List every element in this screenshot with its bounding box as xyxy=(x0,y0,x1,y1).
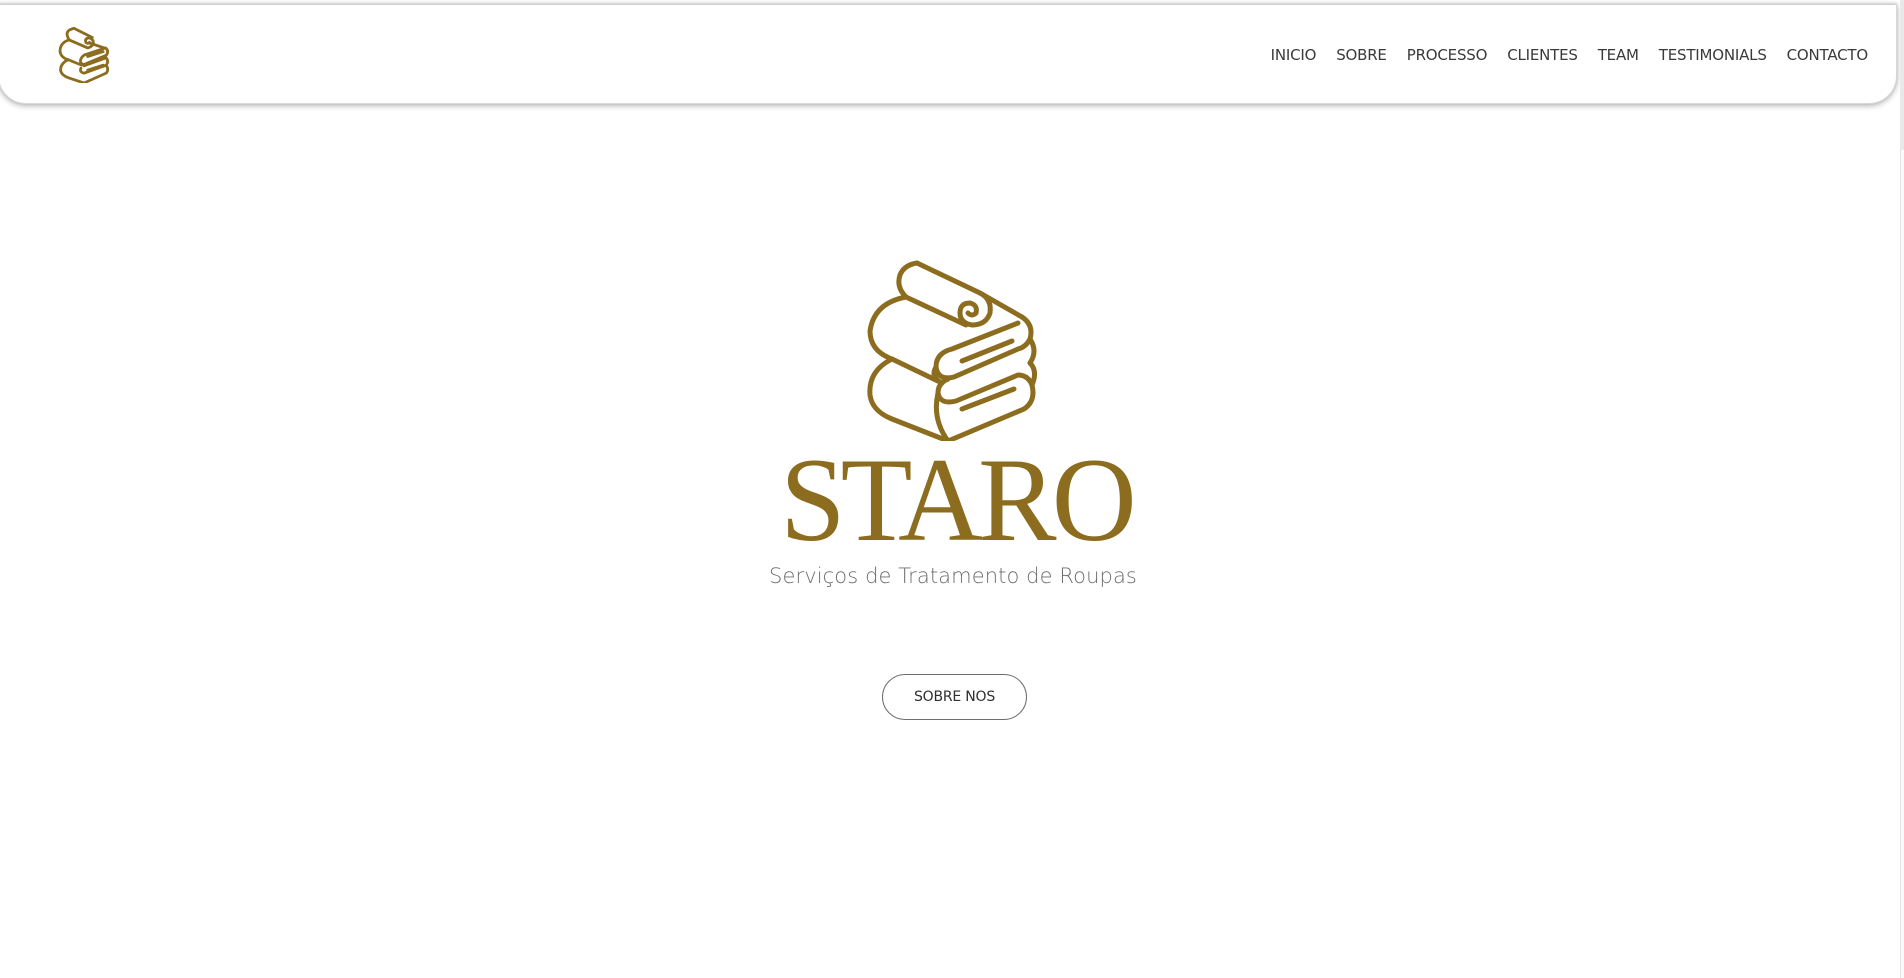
nav-link-inicio[interactable]: INICIO xyxy=(1271,46,1317,64)
folded-towels-icon xyxy=(867,260,1038,441)
nav-item: TESTIMONIALS xyxy=(1659,46,1767,65)
nav-item: CONTACTO xyxy=(1787,46,1869,65)
sobre-nos-button[interactable]: SOBRE NOS xyxy=(882,674,1027,720)
scrollbar-thumb[interactable] xyxy=(1900,0,1904,150)
nav-item: PROCESSO xyxy=(1407,46,1488,65)
folded-towels-icon xyxy=(58,26,110,85)
nav-item: SOBRE xyxy=(1336,46,1387,65)
nav-link-testimonials[interactable]: TESTIMONIALS xyxy=(1659,46,1767,64)
brand-name: STARO xyxy=(780,433,1137,566)
nav-item: TEAM xyxy=(1598,46,1639,65)
nav-link-processo[interactable]: PROCESSO xyxy=(1407,46,1488,64)
nav-link-sobre[interactable]: SOBRE xyxy=(1336,46,1387,64)
nav-link-clientes[interactable]: CLIENTES xyxy=(1507,46,1578,64)
nav-menu: INICIO SOBRE PROCESSO CLIENTES TEAM TEST… xyxy=(1251,5,1869,105)
nav-item: CLIENTES xyxy=(1507,46,1578,65)
navbar: INICIO SOBRE PROCESSO CLIENTES TEAM TEST… xyxy=(0,4,1897,104)
nav-link-team[interactable]: TEAM xyxy=(1598,46,1639,64)
hero-section: STARO Serviços de Tratamento de Roupas S… xyxy=(0,104,1904,978)
nav-link-contacto[interactable]: CONTACTO xyxy=(1787,46,1869,64)
nav-item: INICIO xyxy=(1271,46,1317,65)
header-logo-link[interactable] xyxy=(55,26,113,85)
scrollbar-track[interactable] xyxy=(1900,0,1904,978)
brand-tagline: Serviços de Tratamento de Roupas xyxy=(769,564,1137,588)
page: INICIO SOBRE PROCESSO CLIENTES TEAM TEST… xyxy=(0,0,1904,978)
